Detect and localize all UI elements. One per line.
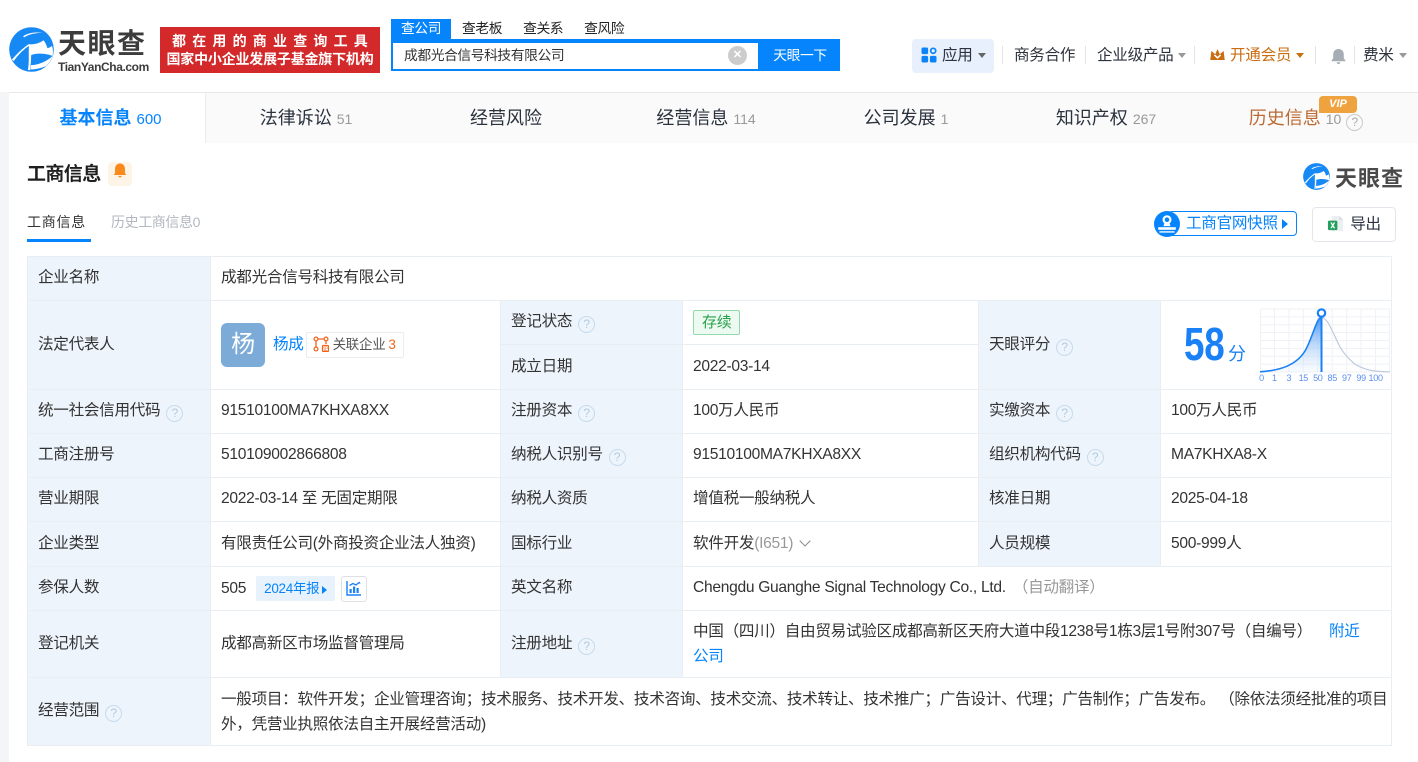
svg-text:企: 企 (322, 344, 328, 352)
svg-text:99: 99 (1356, 373, 1366, 383)
svg-text:50: 50 (1313, 373, 1323, 383)
svg-text:85: 85 (1327, 373, 1337, 383)
svg-text:15: 15 (1299, 373, 1309, 383)
svg-text:97: 97 (1342, 373, 1352, 383)
svg-text:1: 1 (1272, 373, 1277, 383)
svg-text:0: 0 (1259, 373, 1264, 383)
svg-text:100: 100 (1369, 373, 1383, 383)
svg-text:3: 3 (1287, 373, 1292, 383)
